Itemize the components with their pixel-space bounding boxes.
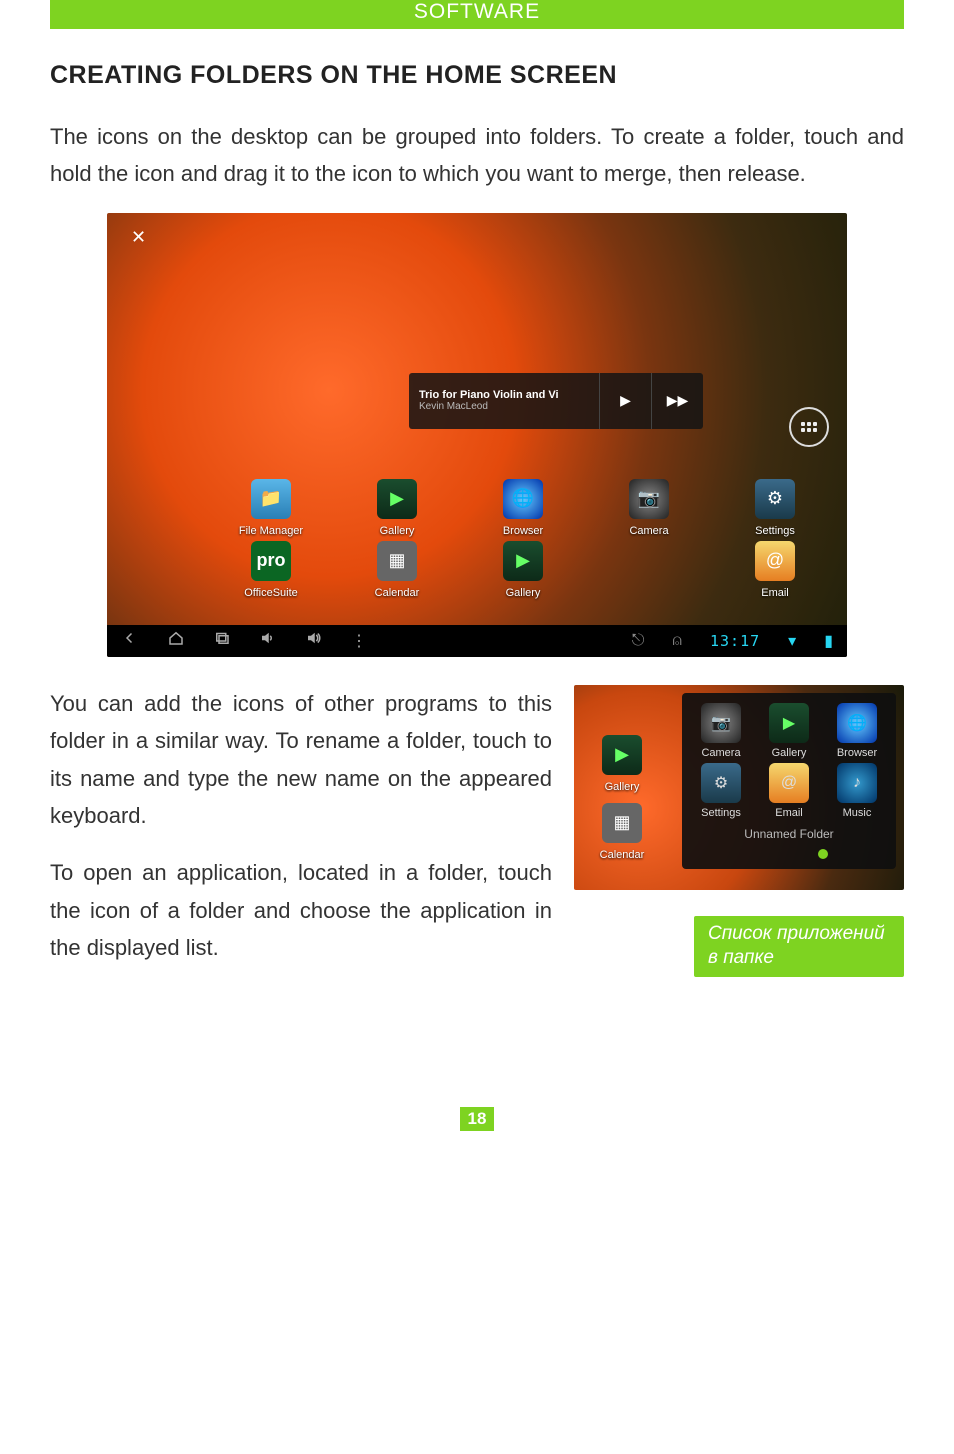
folder-title[interactable]: Unnamed Folder <box>688 827 890 841</box>
app-glyph-icon: ▶ <box>769 703 809 743</box>
music-track-title: Trio for Piano Violin and Vi <box>419 389 589 401</box>
volume-up-icon[interactable] <box>305 629 323 652</box>
app-label: Calendar <box>582 849 662 861</box>
android-home-screenshot: ✕ Trio for Piano Violin and Vi Kevin Mac… <box>107 213 847 657</box>
music-info: Trio for Piano Violin and Vi Kevin MacLe… <box>409 381 599 420</box>
app-icon-email[interactable]: @ Email <box>756 763 822 819</box>
app-icon-browser[interactable]: 🌐 Browser <box>483 479 563 537</box>
app-row-1: 📁 File Manager ▶ Gallery 🌐 Browser 📷 Camera ⚙ Set… <box>231 479 847 537</box>
callout-label: Список прило­жений в папке <box>694 916 904 977</box>
app-icon-calendar[interactable]: ▦ Calendar <box>582 803 662 861</box>
app-glyph-icon: 📷 <box>701 703 741 743</box>
app-glyph-icon: @ <box>755 541 795 581</box>
music-widget[interactable]: Trio for Piano Violin and Vi Kevin MacLe… <box>409 373 703 429</box>
app-label: OfficeSuite <box>231 587 311 599</box>
app-label: Email <box>735 587 815 599</box>
home-icon[interactable] <box>167 629 185 652</box>
app-glyph-icon: ▦ <box>602 803 642 843</box>
app-glyph-icon: ▶ <box>377 479 417 519</box>
app-label: Calendar <box>357 587 437 599</box>
app-label: Camera <box>609 525 689 537</box>
header-bar: SOFTWARE <box>50 0 904 29</box>
app-glyph-icon: @ <box>769 763 809 803</box>
app-label: Settings <box>688 807 754 819</box>
app-icon-settings[interactable]: ⚙ Settings <box>735 479 815 537</box>
section-title: CREATING FOLDERS ON THE HOME SCREEN <box>50 61 904 90</box>
app-icon-calendar[interactable]: ▦ Calendar <box>357 541 437 599</box>
system-navbar: ⋮ ⎋ ⍝ 13:17 ▾ ▮ <box>107 625 847 657</box>
app-label: Music <box>824 807 890 819</box>
header-label: SOFTWARE <box>414 0 540 23</box>
app-icon-email[interactable]: @ Email <box>735 541 815 599</box>
app-glyph-icon: 📷 <box>629 479 669 519</box>
play-button[interactable]: ▶ <box>599 373 651 429</box>
app-label: Browser <box>483 525 563 537</box>
music-artist: Kevin MacLeod <box>419 401 589 412</box>
home-icons-column: ▶ Gallery ▦ Calendar <box>582 735 662 861</box>
app-label: Settings <box>735 525 815 537</box>
back-icon[interactable] <box>121 629 139 652</box>
app-icon-gallery[interactable]: ▶ Gallery <box>357 479 437 537</box>
folder-grid: 📷 Camera ▶ Gallery 🌐 Browser ⚙ Settings @ Email ♪ M… <box>688 703 890 819</box>
app-label: Browser <box>824 747 890 759</box>
app-glyph-icon: 📁 <box>251 479 291 519</box>
page-number: 18 <box>460 1107 494 1131</box>
app-glyph-icon: ♪ <box>837 763 877 803</box>
app-icon-music[interactable]: ♪ Music <box>824 763 890 819</box>
paragraph-2: You can add the icons of other pro­grams… <box>50 685 552 835</box>
app-icon-file-manager[interactable]: 📁 File Manager <box>231 479 311 537</box>
app-label: Gallery <box>483 587 563 599</box>
app-icon-settings[interactable]: ⚙ Settings <box>688 763 754 819</box>
app-glyph-icon: 🌐 <box>503 479 543 519</box>
recent-icon[interactable] <box>213 629 231 652</box>
app-icon-gallery[interactable]: ▶ Gallery <box>756 703 822 759</box>
android-debug-icon: ⍝ <box>672 632 682 650</box>
status-time: 13:17 <box>710 632 760 650</box>
app-icon-camera[interactable]: 📷 Camera <box>688 703 754 759</box>
app-label: Gallery <box>756 747 822 759</box>
app-glyph-icon: pro <box>251 541 291 581</box>
app-label: Gallery <box>357 525 437 537</box>
volume-down-icon[interactable] <box>259 629 277 652</box>
usb-icon: ⎋ <box>632 632 645 650</box>
app-icon-gallery[interactable]: ▶ Gallery <box>483 541 563 599</box>
next-button[interactable]: ▶▶ <box>651 373 703 429</box>
menu-dots-icon[interactable]: ⋮ <box>351 631 367 651</box>
app-glyph-icon: ▶ <box>602 735 642 775</box>
app-label: Gallery <box>582 781 662 793</box>
app-glyph-icon: ⚙ <box>755 479 795 519</box>
app-label: File Manager <box>231 525 311 537</box>
app-icon-camera[interactable]: 📷 Camera <box>609 479 689 537</box>
close-icon[interactable]: ✕ <box>131 227 146 248</box>
callout-dot <box>818 849 828 859</box>
app-icon-browser[interactable]: 🌐 Browser <box>824 703 890 759</box>
wifi-icon: ▾ <box>788 631 796 651</box>
apps-grid-icon <box>801 422 817 432</box>
app-glyph-icon: 🌐 <box>837 703 877 743</box>
app-row-2: proOfficeSuite▦Calendar▶Gallery@Email➤Di… <box>231 541 847 599</box>
app-icon-gallery[interactable]: ▶ Gallery <box>582 735 662 793</box>
paragraph-1: The icons on the desktop can be grouped … <box>50 118 904 193</box>
app-label: Camera <box>688 747 754 759</box>
folder-popup[interactable]: 📷 Camera ▶ Gallery 🌐 Browser ⚙ Settings @ Email ♪ M… <box>682 693 896 869</box>
battery-icon: ▮ <box>824 631 833 651</box>
all-apps-button[interactable] <box>789 407 829 447</box>
app-glyph-icon: ⚙ <box>701 763 741 803</box>
app-glyph-icon: ▶ <box>503 541 543 581</box>
folder-screenshot: ▶ Gallery ▦ Calendar 📷 Camera ▶ Gallery 🌐 Browse… <box>574 685 904 890</box>
paragraph-3: To open an application, located in a fol… <box>50 854 552 966</box>
app-label: Email <box>756 807 822 819</box>
app-icon-officesuite[interactable]: pro OfficeSuite <box>231 541 311 599</box>
app-glyph-icon: ▦ <box>377 541 417 581</box>
